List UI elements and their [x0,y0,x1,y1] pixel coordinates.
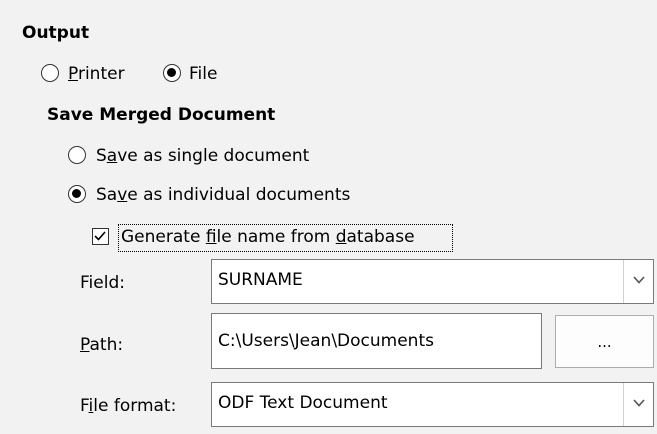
file-format-dropdown-button[interactable] [623,383,653,426]
file-format-value: ODF Text Document [218,393,388,413]
field-dropdown-button[interactable] [623,260,653,303]
browse-button[interactable]: ... [555,315,654,368]
save-merged-heading: Save Merged Document [47,105,276,125]
generate-filename-checkbox[interactable] [92,228,109,245]
save-individual-radio[interactable] [68,185,86,203]
printer-label[interactable]: Printer [68,66,125,83]
field-dropdown[interactable]: SURNAME [211,259,654,304]
file-format-dropdown[interactable]: ODF Text Document [211,382,654,427]
chevron-down-icon [633,399,645,407]
file-label[interactable]: File [189,66,217,83]
field-value: SURNAME [218,270,303,290]
chevron-down-icon [633,276,645,284]
path-value: C:\Users\Jean\Documents [218,331,434,351]
file-radio[interactable] [163,64,181,82]
file-format-label: File format: [80,396,177,416]
save-individual-label[interactable]: Save as individual documents [96,187,350,204]
output-heading: Output [22,23,90,43]
save-single-radio[interactable] [68,146,86,164]
field-label: Field: [80,273,125,293]
printer-radio[interactable] [41,64,59,82]
path-label: Path: [80,335,124,355]
checkmark-icon [94,231,106,241]
path-input[interactable]: C:\Users\Jean\Documents [211,313,542,369]
save-single-label[interactable]: Save as single document [96,148,309,165]
mail-merge-output-panel: Output Printer File Save Merged Document… [0,0,657,434]
generate-filename-label[interactable]: Generate file name from database [121,229,415,246]
